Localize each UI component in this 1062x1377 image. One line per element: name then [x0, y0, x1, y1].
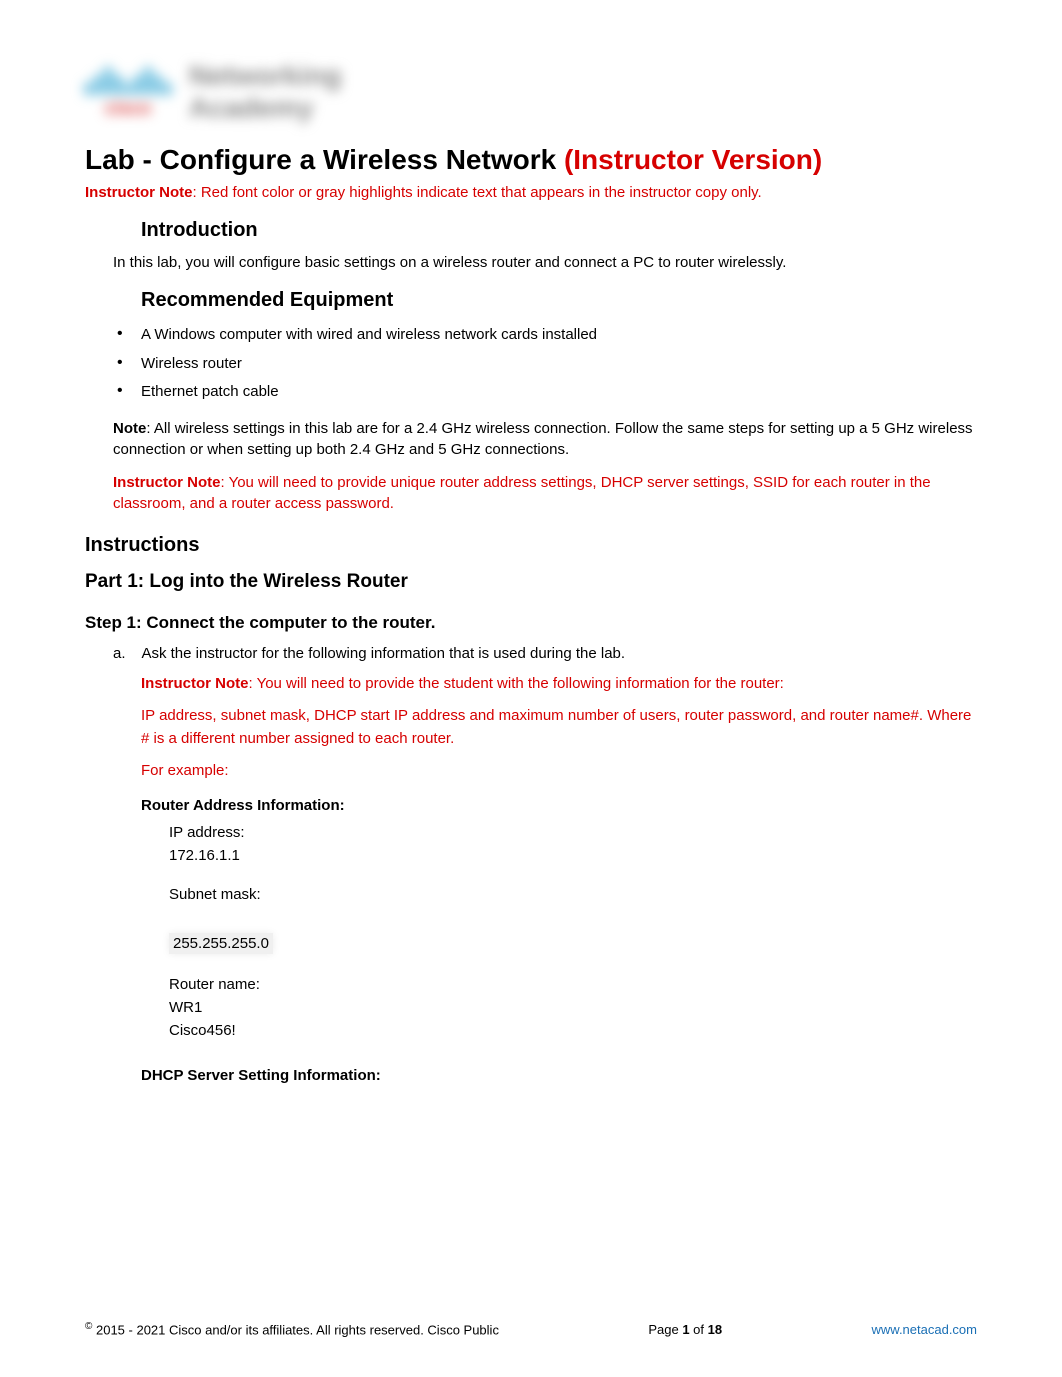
- equipment-item: Ethernet patch cable: [113, 381, 977, 404]
- instructions-heading: Instructions: [85, 534, 977, 557]
- logo-area: cisco Networking Academy: [85, 60, 977, 124]
- router-name-label: Router name:: [169, 976, 977, 993]
- subnet-mask-label: Subnet mask:: [169, 886, 977, 903]
- cisco-brand-text: cisco: [105, 98, 151, 119]
- note-label: Note: [113, 420, 146, 437]
- title-main: Lab - Configure a Wireless Network: [85, 144, 564, 175]
- title-version: (Instructor Version): [564, 144, 822, 175]
- introduction-text: In this lab, you will configure basic se…: [113, 254, 977, 271]
- ip-address-value: 172.16.1.1: [169, 847, 977, 864]
- footer-copyright: © 2015 - 2021 Cisco and/or its affiliate…: [85, 1321, 499, 1337]
- step1-for-example: For example:: [141, 760, 977, 783]
- cisco-logo: cisco: [85, 65, 171, 119]
- footer-page-prefix: Page: [648, 1322, 682, 1337]
- step1-heading: Step 1: Connect the computer to the rout…: [85, 613, 977, 633]
- step1-instructor-label: Instructor Note: [141, 675, 249, 692]
- logo-text: Networking Academy: [189, 60, 341, 124]
- router-name-value: WR1: [169, 999, 977, 1016]
- step-marker: a.: [113, 645, 137, 662]
- footer-link[interactable]: www.netacad.com: [872, 1322, 978, 1337]
- equipment-item: A Windows computer with wired and wirele…: [113, 324, 977, 347]
- introduction-heading: Introduction: [141, 219, 977, 242]
- router-password-value: Cisco456!: [169, 1022, 977, 1039]
- step1-instructor-note: Instructor Note: You will need to provid…: [141, 673, 977, 696]
- footer-copyright-text: 2015 - 2021 Cisco and/or its affiliates.…: [92, 1322, 499, 1337]
- subnet-mask-value: 255.255.255.0: [169, 933, 273, 954]
- page-title: Lab - Configure a Wireless Network (Inst…: [85, 144, 977, 176]
- instructor-note-2-text: : You will need to provide unique router…: [113, 474, 931, 512]
- instructor-note-top: Instructor Note: Red font color or gray …: [85, 184, 977, 201]
- part1-heading: Part 1: Log into the Wireless Router: [85, 571, 977, 593]
- note-block: Note: All wireless settings in this lab …: [113, 418, 977, 460]
- instructor-note-2-label: Instructor Note: [113, 474, 221, 491]
- page-footer: © 2015 - 2021 Cisco and/or its affiliate…: [85, 1321, 977, 1337]
- cisco-bars-icon: [85, 65, 171, 95]
- footer-page-of: of: [690, 1322, 708, 1337]
- step-content: Ask the instructor for the following inf…: [141, 645, 975, 662]
- instructor-note-2: Instructor Note: You will need to provid…: [113, 472, 977, 514]
- step1-item-a: a. Ask the instructor for the following …: [113, 645, 977, 663]
- router-address-heading: Router Address Information:: [141, 797, 977, 814]
- footer-page: Page 1 of 18: [648, 1322, 722, 1337]
- logo-line2: Academy: [189, 92, 341, 124]
- logo-line1: Networking: [189, 60, 341, 92]
- dhcp-heading: DHCP Server Setting Information:: [141, 1067, 977, 1084]
- step1-instructor-detail: IP address, subnet mask, DHCP start IP a…: [141, 705, 977, 750]
- ip-address-label: IP address:: [169, 824, 977, 841]
- footer-page-current: 1: [682, 1322, 689, 1337]
- instructor-note-label: Instructor Note: [85, 184, 193, 201]
- equipment-item: Wireless router: [113, 353, 977, 376]
- step1-instructor-text: : You will need to provide the student w…: [249, 675, 784, 692]
- equipment-list: A Windows computer with wired and wirele…: [113, 324, 977, 404]
- note-text: : All wireless settings in this lab are …: [113, 420, 973, 458]
- footer-page-total: 18: [708, 1322, 722, 1337]
- instructor-note-text: : Red font color or gray highlights indi…: [193, 184, 762, 201]
- equipment-heading: Recommended Equipment: [141, 289, 977, 312]
